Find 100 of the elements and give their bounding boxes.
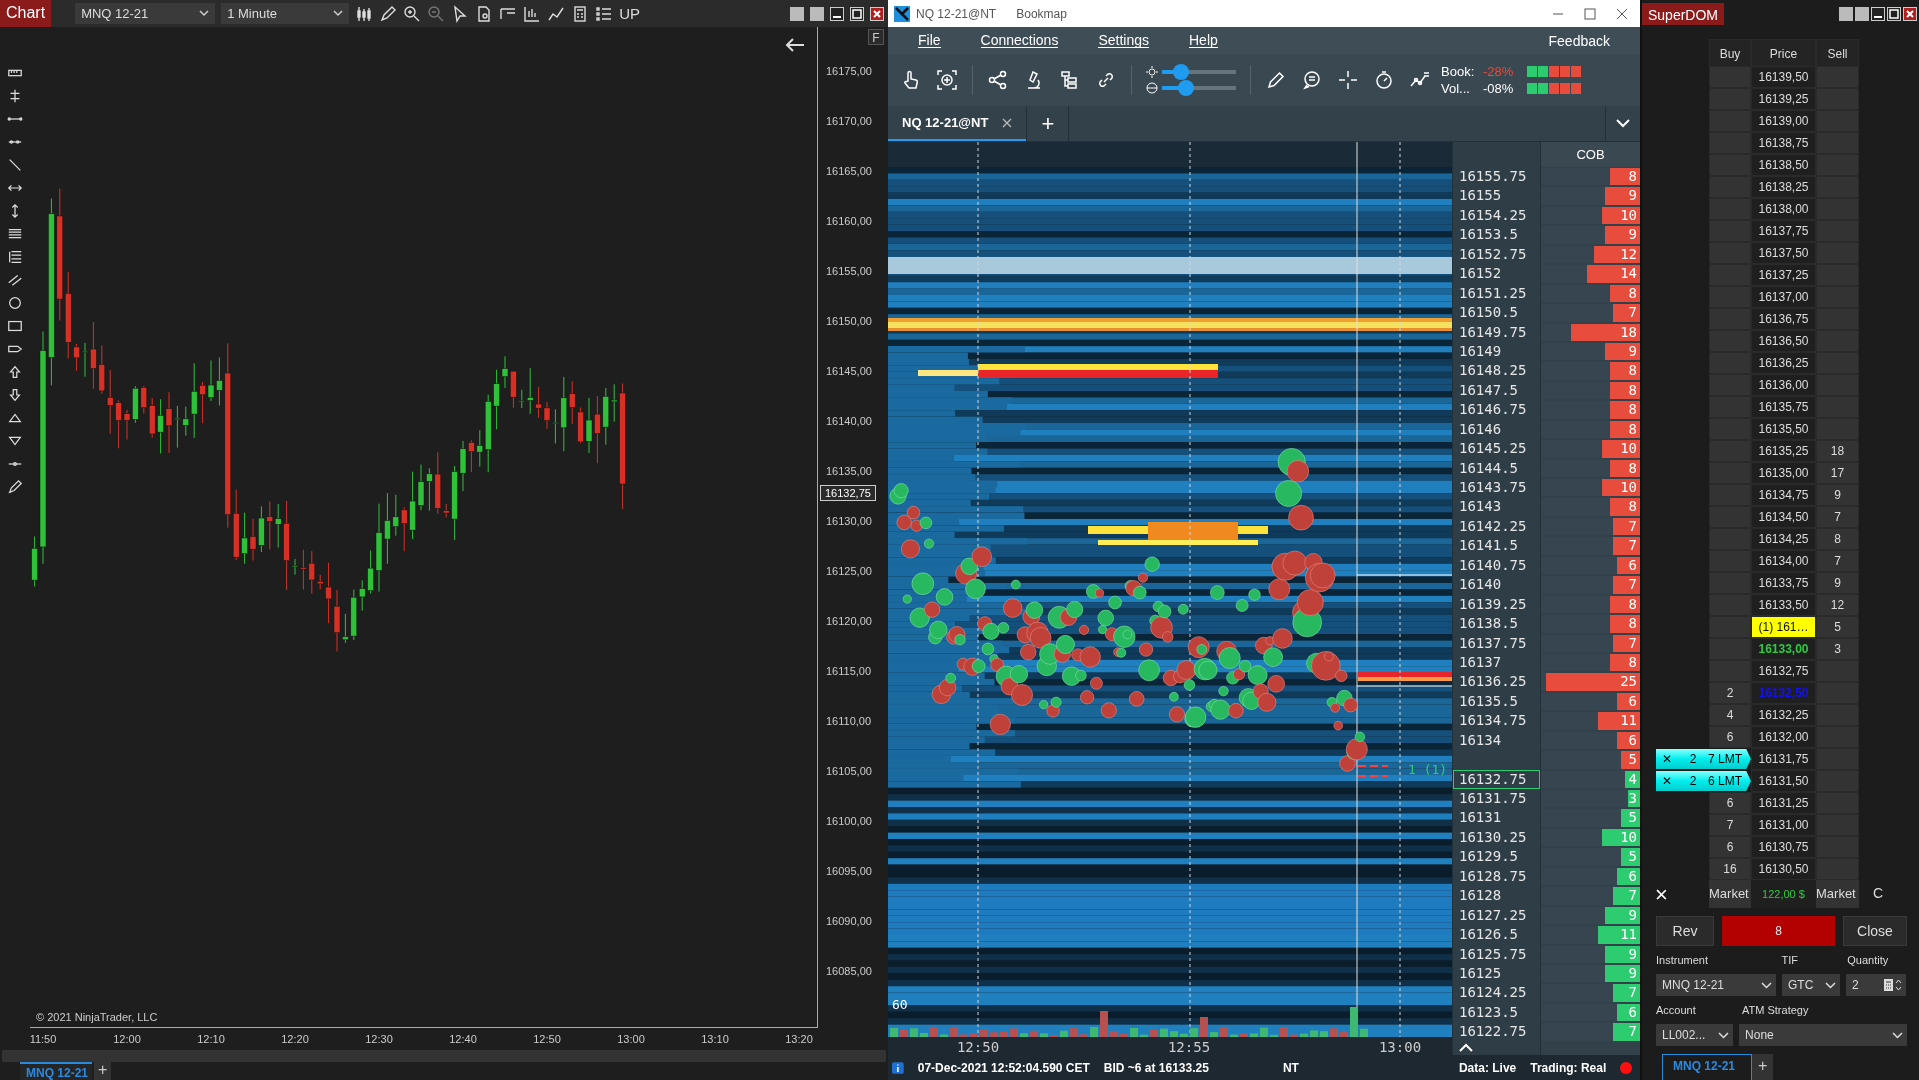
minimize-icon[interactable]	[1871, 6, 1885, 21]
sell-cell[interactable]: 9	[1816, 484, 1859, 506]
sell-cell[interactable]: 3	[1816, 638, 1859, 660]
sell-cell[interactable]: 8	[1816, 528, 1859, 550]
tif-select[interactable]: GTC	[1782, 974, 1840, 996]
depth-size: 8	[1628, 497, 1637, 517]
arrow-down-icon[interactable]	[7, 387, 23, 403]
chat-icon[interactable]	[1301, 69, 1323, 91]
price-label: 16141.5	[1458, 536, 1519, 556]
toolbar-label[interactable]: UP	[619, 5, 640, 22]
sell-cell[interactable]: 9	[1816, 572, 1859, 594]
interval-dropdown[interactable]: 1 Minute	[221, 3, 350, 24]
chevron-down-icon[interactable]	[1616, 119, 1630, 128]
buy-cell[interactable]	[1709, 616, 1751, 638]
buy-cell[interactable]: 7	[1709, 814, 1751, 836]
close-all-button[interactable]: ×	[1655, 882, 1668, 908]
depth-size: 9	[1628, 944, 1637, 964]
slider-thumb[interactable]	[1178, 80, 1195, 96]
stopwatch-icon[interactable]	[1373, 69, 1395, 91]
field-label: Account	[1656, 1004, 1697, 1016]
buy-cell[interactable]: 6	[1709, 792, 1751, 814]
buy-cell[interactable]: 16	[1709, 858, 1751, 880]
crosshair-icon[interactable]	[1337, 69, 1359, 91]
field-label: Instrument	[1656, 954, 1709, 966]
add-tab-button[interactable]: +	[1752, 1054, 1774, 1080]
sell-cell[interactable]: 17	[1816, 462, 1859, 484]
price-label: 16154.25	[1458, 205, 1528, 225]
order-tag[interactable]: ✕ 2 6 LMT	[1656, 771, 1751, 791]
add-tab-button[interactable]: +	[1026, 106, 1070, 141]
share-icon[interactable]	[987, 69, 1009, 91]
fibonacci-icon[interactable]	[7, 249, 23, 265]
menu-item[interactable]: Settings	[1098, 33, 1149, 48]
pencil-icon[interactable]	[1265, 69, 1287, 91]
pencil-icon[interactable]	[379, 4, 398, 23]
menu-item[interactable]: Connections	[980, 33, 1059, 48]
depth-size: 8	[1628, 652, 1637, 672]
chart-tab[interactable]: MNQ 12-21	[20, 1062, 92, 1080]
window-tile-icon[interactable]	[1839, 6, 1853, 21]
diagonal-line-icon[interactable]	[7, 157, 23, 173]
sell-cell[interactable]: 18	[1816, 440, 1859, 462]
rectangle-icon[interactable]	[7, 318, 23, 334]
buy-cell[interactable]: 6	[1709, 836, 1751, 858]
info-icon[interactable]	[892, 1061, 904, 1074]
instrument-select[interactable]: MNQ 12-21	[1656, 974, 1776, 996]
list-icon[interactable]	[595, 4, 614, 23]
add-tab-button[interactable]: +	[94, 1062, 112, 1080]
buy-cell[interactable]: 4	[1709, 704, 1751, 726]
f-button[interactable]: F	[868, 29, 884, 45]
quantity-field[interactable]: 2	[1846, 974, 1906, 996]
axis-label: 16125,00	[825, 564, 873, 578]
scroll-bar[interactable]	[2, 1050, 886, 1062]
pencil-icon[interactable]	[7, 479, 23, 495]
buy-cell[interactable]	[1709, 594, 1751, 616]
strategy-select[interactable]: None	[1739, 1024, 1907, 1046]
buy-cell[interactable]: 2	[1709, 682, 1751, 704]
close-position-button[interactable]: Close	[1843, 916, 1907, 946]
price-label: 16132.75	[1453, 769, 1540, 789]
field-label: Quantity	[1847, 954, 1890, 966]
depth-size: 6	[1628, 691, 1637, 711]
order-tag[interactable]: ✕ 2 7 LMT	[1656, 749, 1751, 769]
candlestick-icon[interactable]	[355, 4, 374, 23]
zoom-target-icon[interactable]	[936, 69, 958, 91]
sell-cell[interactable]: 7	[1816, 550, 1859, 572]
sell-cell[interactable]: 7	[1816, 506, 1859, 528]
minimize-icon[interactable]	[830, 6, 844, 21]
cursor-icon[interactable]	[451, 4, 470, 23]
market-buy-button[interactable]: Market	[1709, 880, 1751, 908]
price-cell: 16130,75	[1751, 836, 1816, 858]
sell-cell[interactable]: 12	[1816, 594, 1859, 616]
window-tile-icon[interactable]	[1855, 6, 1869, 21]
bar-chart-icon[interactable]	[523, 4, 542, 23]
calculator-icon[interactable]	[1884, 979, 1902, 991]
arrow-up-icon[interactable]	[7, 364, 23, 380]
zoom-in-icon[interactable]	[403, 4, 422, 23]
sell-cell[interactable]: 5	[1816, 616, 1859, 638]
window-tile-icon[interactable]	[790, 6, 804, 21]
zoom-out-icon[interactable]	[427, 4, 446, 23]
parallel-lines-icon[interactable]	[7, 272, 23, 288]
axis-label: 13:20	[784, 1032, 814, 1047]
back-arrow-icon[interactable]	[785, 37, 805, 53]
instrument-dropdown[interactable]: MNQ 12-21	[75, 3, 216, 24]
buy-cell[interactable]	[1709, 638, 1751, 660]
caret-up-icon[interactable]	[1459, 1043, 1473, 1053]
price-cell: 16132,75	[1751, 660, 1816, 682]
menu-item[interactable]: Help	[1189, 33, 1218, 48]
slider-thumb[interactable]	[1172, 64, 1189, 80]
ellipse-icon[interactable]	[7, 295, 23, 311]
meter-value: -28%	[1483, 64, 1515, 79]
menu-item[interactable]: File	[918, 33, 941, 48]
price-label: 16151.25	[1458, 283, 1528, 303]
price-label: 16152.75	[1458, 244, 1528, 264]
window-tile-icon[interactable]	[810, 6, 824, 21]
close-icon[interactable]	[1616, 7, 1628, 20]
account-select[interactable]: LL002...	[1656, 1024, 1734, 1046]
buy-cell[interactable]: 6	[1709, 726, 1751, 748]
feedback-link[interactable]: Feedback	[1548, 32, 1610, 49]
center-button[interactable]: C	[1872, 885, 1883, 901]
reverse-button[interactable]: Rev	[1656, 916, 1714, 946]
status-trading: Trading: Real	[1530, 1060, 1607, 1075]
market-sell-button[interactable]: Market	[1816, 880, 1859, 908]
